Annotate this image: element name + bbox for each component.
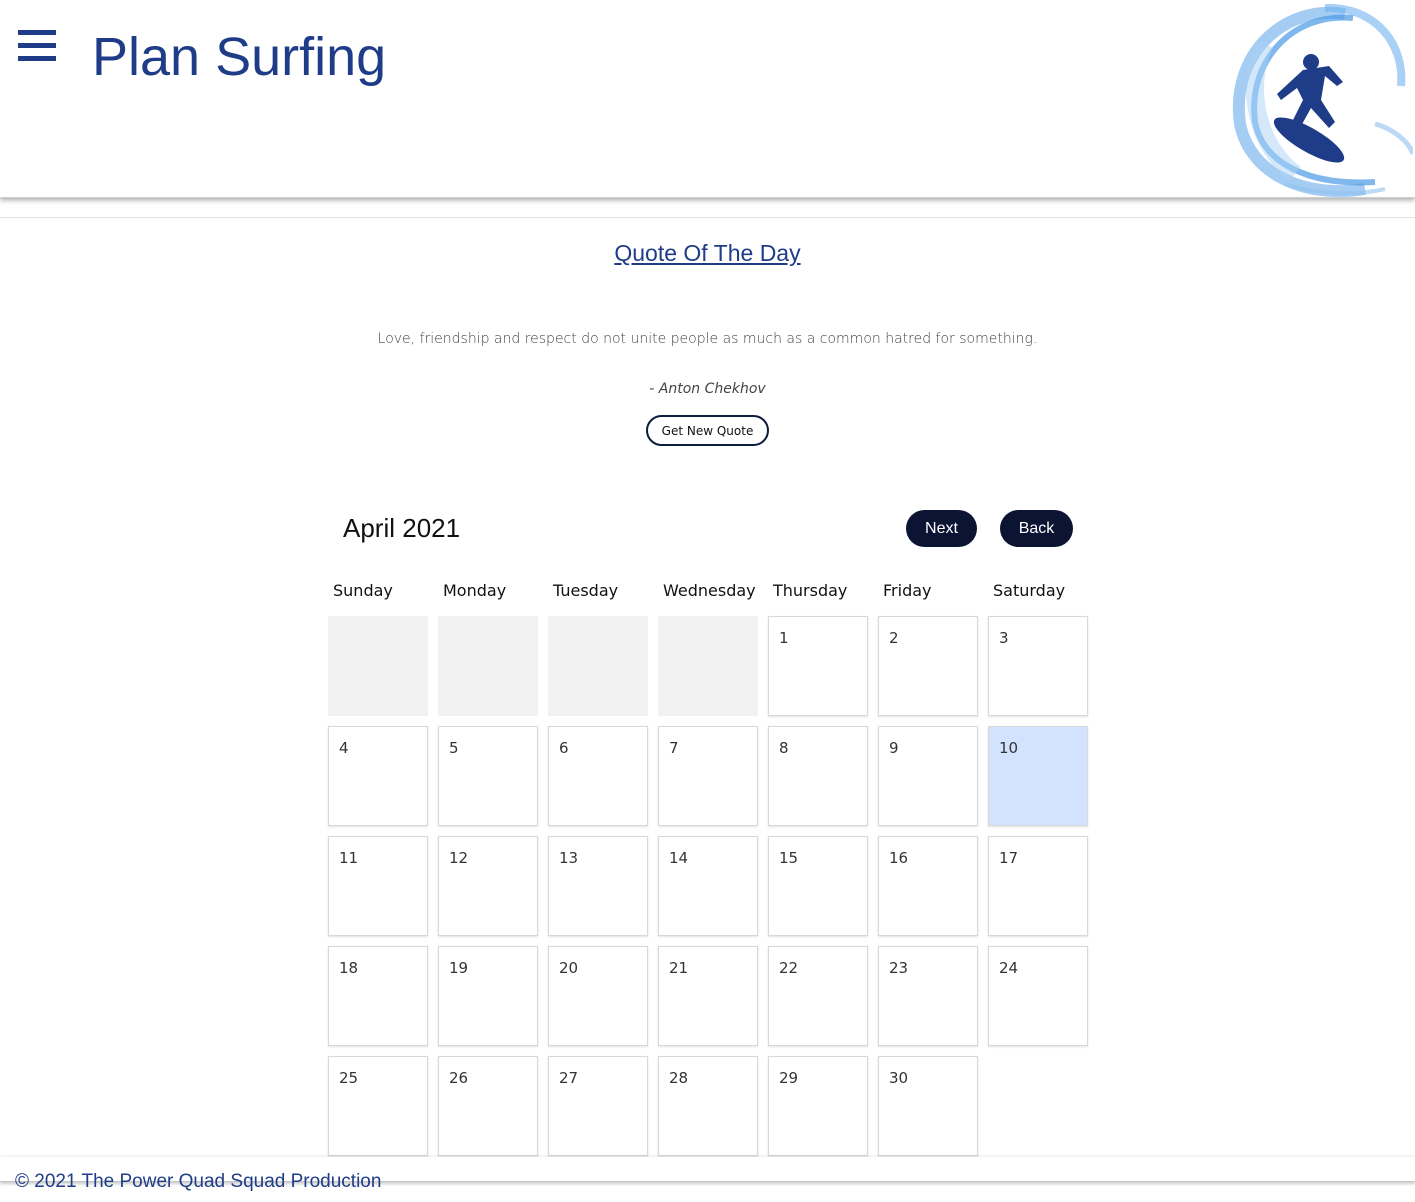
calendar-day-number: 30 bbox=[889, 1069, 909, 1087]
calendar-day-20[interactable]: 20 bbox=[548, 946, 648, 1046]
calendar-day-2[interactable]: 2 bbox=[878, 616, 978, 716]
hamburger-icon[interactable] bbox=[18, 28, 58, 64]
calendar-day-number: 18 bbox=[339, 959, 359, 977]
quote-text: Love, friendship and respect do not unit… bbox=[377, 331, 1038, 347]
calendar-day-number: 13 bbox=[559, 849, 579, 867]
calendar-month-title: April 2021 bbox=[343, 513, 461, 543]
surfer-wave-logo bbox=[1232, 4, 1413, 198]
get-new-quote-button[interactable]: Get New Quote bbox=[646, 415, 769, 446]
calendar-day-6[interactable]: 6 bbox=[548, 726, 648, 826]
calendar-empty-cell bbox=[328, 616, 428, 716]
calendar-day-16[interactable]: 16 bbox=[878, 836, 978, 936]
quote-heading: Quote Of The Day bbox=[614, 240, 801, 266]
calendar-empty-cell bbox=[658, 616, 758, 716]
calendar-day-19[interactable]: 19 bbox=[438, 946, 538, 1046]
header-divider bbox=[0, 217, 1415, 218]
calendar-day-28[interactable]: 28 bbox=[658, 1056, 758, 1156]
calendar-day-3[interactable]: 3 bbox=[988, 616, 1088, 716]
calendar-day-number: 8 bbox=[779, 739, 789, 757]
calendar-day-number: 9 bbox=[889, 739, 899, 757]
calendar-day-21[interactable]: 21 bbox=[658, 946, 758, 1046]
calendar-day-number: 28 bbox=[669, 1069, 689, 1087]
calendar-day-number: 1 bbox=[779, 629, 789, 647]
calendar-day-number: 25 bbox=[339, 1069, 359, 1087]
calendar-day-number: 26 bbox=[449, 1069, 469, 1087]
calendar-day-15[interactable]: 15 bbox=[768, 836, 868, 936]
calendar-day-1[interactable]: 1 bbox=[768, 616, 868, 716]
calendar-day-number: 7 bbox=[669, 739, 679, 757]
site-header: Plan Surfing bbox=[0, 0, 1415, 198]
calendar-day-number: 14 bbox=[669, 849, 689, 867]
calendar-empty-cell bbox=[438, 616, 538, 716]
weekday-label-saturday: Saturday bbox=[993, 581, 1066, 600]
calendar-day-9[interactable]: 9 bbox=[878, 726, 978, 826]
calendar-day-number: 22 bbox=[779, 959, 799, 977]
calendar-day-27[interactable]: 27 bbox=[548, 1056, 648, 1156]
calendar-day-number: 2 bbox=[889, 629, 899, 647]
calendar-day-5[interactable]: 5 bbox=[438, 726, 538, 826]
weekday-label-thursday: Thursday bbox=[773, 581, 848, 600]
calendar-day-18[interactable]: 18 bbox=[328, 946, 428, 1046]
calendar-day-number: 10 bbox=[999, 739, 1019, 757]
weekday-label-tuesday: Tuesday bbox=[553, 581, 619, 600]
calendar-day-number: 20 bbox=[559, 959, 579, 977]
calendar-day-22[interactable]: 22 bbox=[768, 946, 868, 1046]
calendar-day-30[interactable]: 30 bbox=[878, 1056, 978, 1156]
weekday-label-friday: Friday bbox=[883, 581, 932, 600]
calendar-day-11[interactable]: 11 bbox=[328, 836, 428, 936]
calendar-day-number: 5 bbox=[449, 739, 459, 757]
calendar-day-14[interactable]: 14 bbox=[658, 836, 758, 936]
calendar-day-number: 17 bbox=[999, 849, 1019, 867]
calendar-day-number: 19 bbox=[449, 959, 469, 977]
calendar-day-26[interactable]: 26 bbox=[438, 1056, 538, 1156]
weekday-label-sunday: Sunday bbox=[333, 581, 393, 600]
calendar-day-4[interactable]: 4 bbox=[328, 726, 428, 826]
calendar-day-8[interactable]: 8 bbox=[768, 726, 868, 826]
calendar-day-10[interactable]: 10 bbox=[988, 726, 1088, 826]
calendar-day-13[interactable]: 13 bbox=[548, 836, 648, 936]
calendar-day-7[interactable]: 7 bbox=[658, 726, 758, 826]
next-month-button[interactable]: Next bbox=[906, 510, 977, 547]
calendar-day-12[interactable]: 12 bbox=[438, 836, 538, 936]
calendar-day-number: 3 bbox=[999, 629, 1009, 647]
calendar-day-25[interactable]: 25 bbox=[328, 1056, 428, 1156]
weekday-label-wednesday: Wednesday bbox=[663, 581, 756, 600]
calendar-day-number: 16 bbox=[889, 849, 909, 867]
weekday-label-monday: Monday bbox=[443, 581, 507, 600]
calendar-day-23[interactable]: 23 bbox=[878, 946, 978, 1046]
calendar-day-number: 27 bbox=[559, 1069, 579, 1087]
calendar-day-number: 23 bbox=[889, 959, 909, 977]
calendar-day-24[interactable]: 24 bbox=[988, 946, 1088, 1046]
calendar-day-number: 15 bbox=[779, 849, 799, 867]
quote-author: - Anton Chekhov bbox=[649, 381, 766, 397]
calendar-day-number: 6 bbox=[559, 739, 569, 757]
footer-copyright: © 2021 The Power Quad Squad Production bbox=[15, 1171, 382, 1192]
calendar-day-17[interactable]: 17 bbox=[988, 836, 1088, 936]
calendar-day-number: 21 bbox=[669, 959, 689, 977]
calendar-day-number: 12 bbox=[449, 849, 469, 867]
calendar-day-number: 4 bbox=[339, 739, 349, 757]
calendar-day-number: 11 bbox=[339, 849, 359, 867]
calendar-day-number: 29 bbox=[779, 1069, 799, 1087]
previous-month-button[interactable]: Back bbox=[1000, 510, 1073, 547]
calendar-day-number: 24 bbox=[999, 959, 1019, 977]
site-title: Plan Surfing bbox=[92, 27, 387, 87]
calendar-empty-cell bbox=[548, 616, 648, 716]
calendar-day-29[interactable]: 29 bbox=[768, 1056, 868, 1156]
